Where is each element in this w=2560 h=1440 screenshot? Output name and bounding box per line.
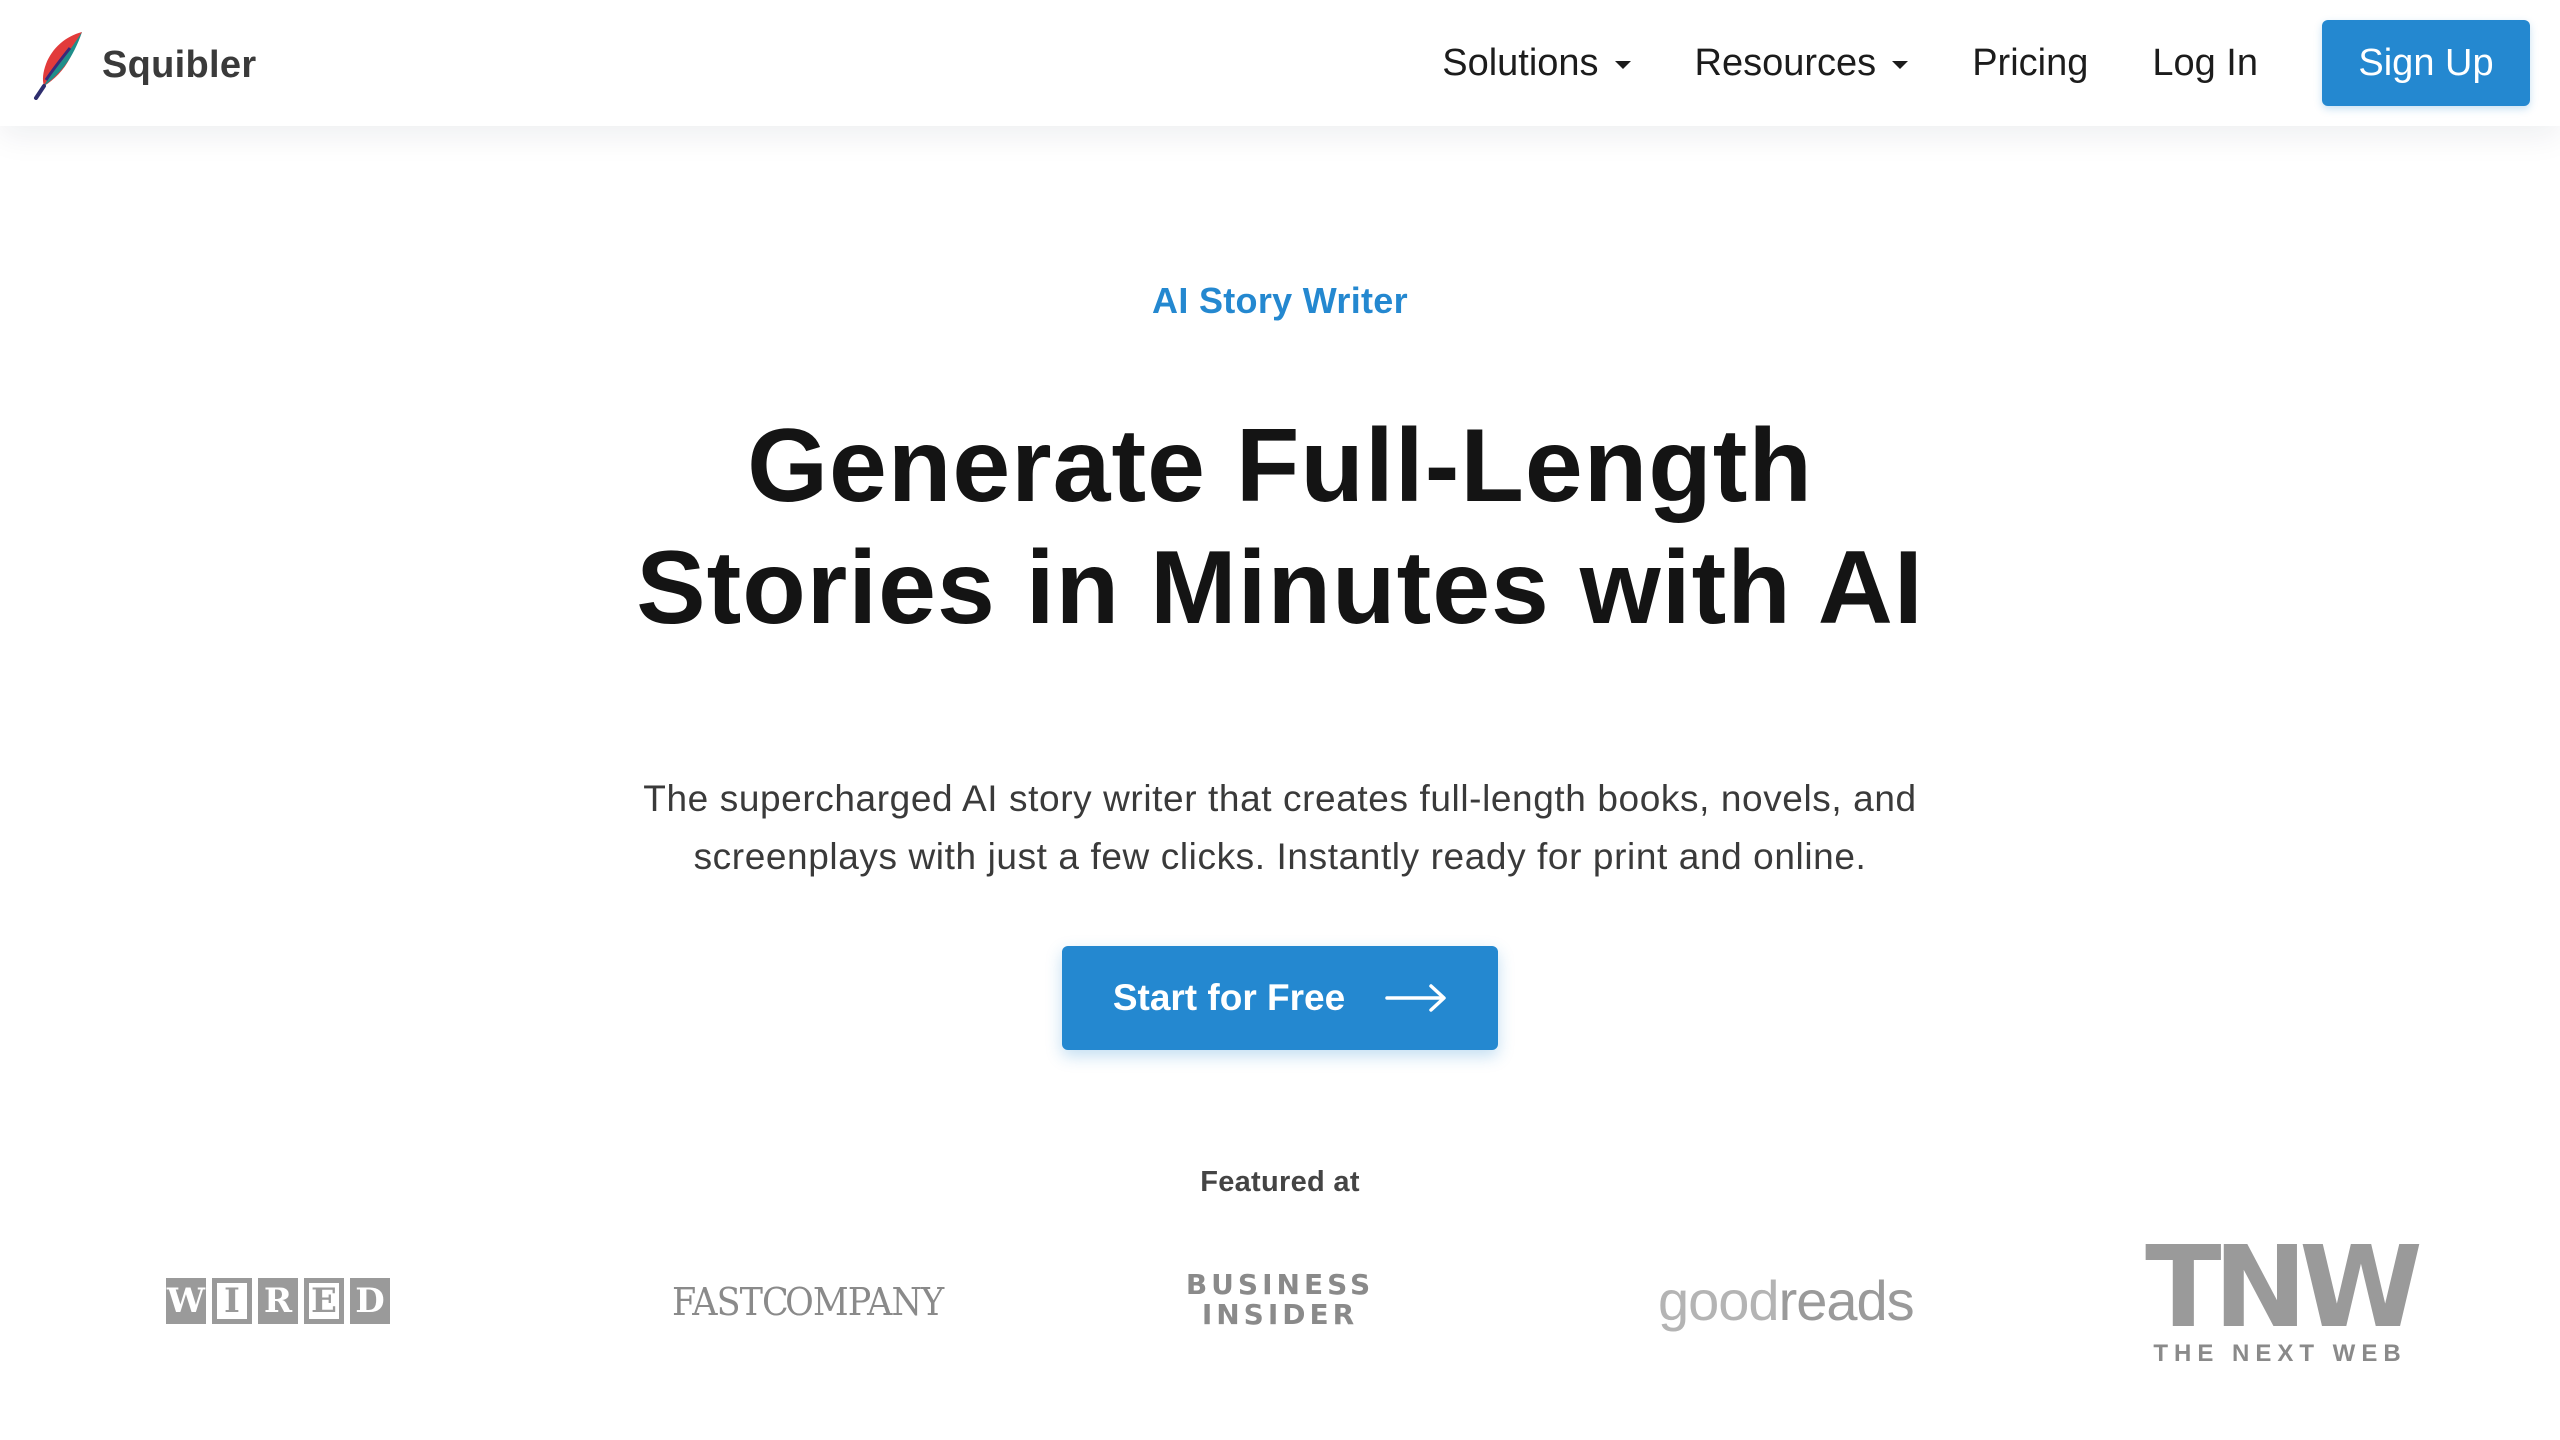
nav-solutions-label: Solutions <box>1442 41 1599 84</box>
nav-login[interactable]: Log In <box>2152 42 2258 85</box>
feather-quill-icon <box>34 32 82 100</box>
start-for-free-button[interactable]: Start for Free <box>1062 946 1498 1050</box>
headline-line-2: Stories in Minutes with AI <box>636 530 1924 646</box>
nav-resources[interactable]: Resources <box>1695 42 1909 85</box>
tnw-mark: TNW <box>2145 1223 2423 1353</box>
wired-letter: D <box>350 1278 390 1324</box>
wired-letter: R <box>258 1278 298 1324</box>
hero-eyebrow: AI Story Writer <box>1152 280 1408 321</box>
wired-letter: W <box>166 1278 206 1324</box>
site-header: Squibler Solutions Resources Pricing Log… <box>0 0 2560 126</box>
nav-solutions[interactable]: Solutions <box>1442 41 1631 85</box>
business-insider-logo: BUSINESS INSIDER <box>1185 1268 1375 1331</box>
wired-logo: W I R E D <box>166 1278 390 1326</box>
headline-line-1: Generate Full-Length <box>747 408 1813 524</box>
goodreads-logo: goodreads <box>1658 1269 1915 1332</box>
cta-label: Start for Free <box>1112 977 1346 1018</box>
hero-subtext: The supercharged AI story writer that cr… <box>0 770 2560 886</box>
caret-down-icon <box>1614 61 1631 69</box>
tnw-logo: TNW THE NEXT WEB <box>2140 1223 2423 1378</box>
nav-resources-label: Resources <box>1694 41 1877 84</box>
featured-at-label: Featured at <box>1200 1166 1360 1198</box>
wired-letter: E <box>304 1278 344 1324</box>
nav-login-label: Log In <box>2152 41 2258 84</box>
nav-pricing-label: Pricing <box>1972 41 2089 84</box>
fast-company-logo: FASTCOMPANY <box>672 1280 944 1324</box>
nav-pricing[interactable]: Pricing <box>1972 42 2088 85</box>
subtext-line-2: screenplays with just a few clicks. Inst… <box>693 836 1867 877</box>
main-nav: Solutions Resources Pricing Log In Sign … <box>1442 20 2530 106</box>
caret-down-icon <box>1892 61 1909 69</box>
tnw-tagline: THE NEXT WEB <box>2153 1340 2407 1367</box>
brand-logo[interactable]: Squibler <box>30 30 256 100</box>
hero-headline: Generate Full-Length Stories in Minutes … <box>0 405 2560 649</box>
signup-button[interactable]: Sign Up <box>2322 20 2530 106</box>
subtext-line-1: The supercharged AI story writer that cr… <box>643 778 1917 819</box>
brand-name: Squibler <box>102 43 257 86</box>
arrow-right-icon <box>1385 984 1446 1012</box>
wired-letter: I <box>212 1278 252 1324</box>
